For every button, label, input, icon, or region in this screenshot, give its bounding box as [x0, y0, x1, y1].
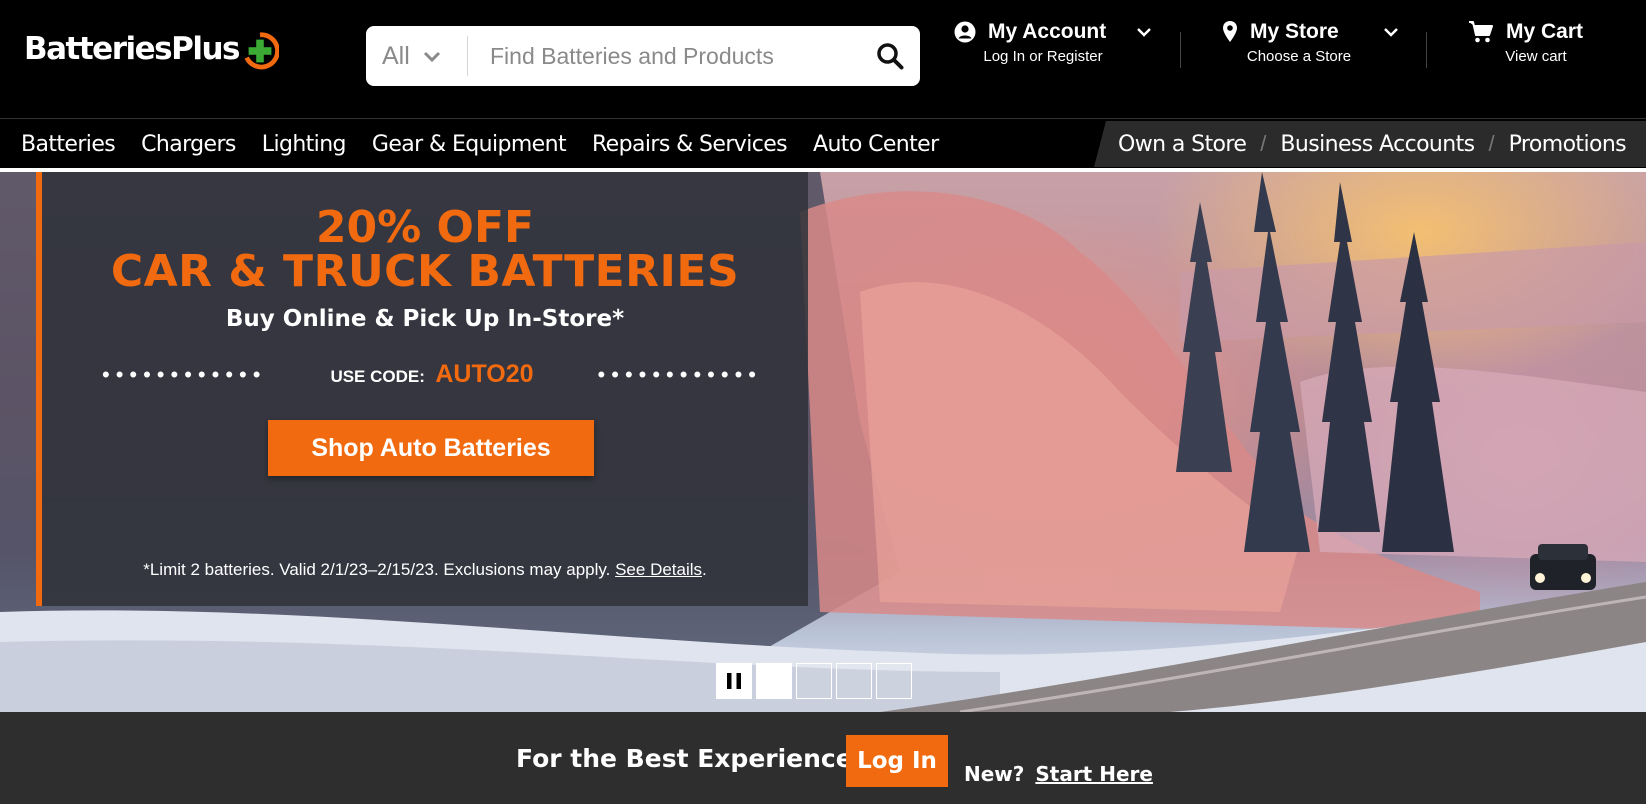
log-in-button[interactable]: Log In: [846, 735, 948, 787]
new-user-prompt: New? Start Here: [964, 762, 1153, 786]
promo-fine-print: *Limit 2 batteries. Valid 2/1/23–2/15/23…: [42, 560, 808, 580]
chevron-down-icon: [423, 51, 440, 63]
nav-item-repairs-services[interactable]: Repairs & Services: [579, 132, 800, 157]
search-bar: All: [366, 26, 920, 86]
nav-item-gear-equipment[interactable]: Gear & Equipment: [359, 132, 579, 157]
chevron-down-icon: [1137, 28, 1152, 37]
carousel-dot-4[interactable]: [876, 663, 912, 699]
carousel-dot-3[interactable]: [836, 663, 872, 699]
my-cart-subtitle: View cart: [1505, 48, 1567, 65]
carousel-pause-button[interactable]: [716, 663, 752, 699]
search-input[interactable]: [468, 42, 860, 70]
promo-code-label: USE CODE:: [330, 367, 425, 386]
carousel-dot-1[interactable]: [756, 663, 792, 699]
my-account-subtitle: Log In or Register: [983, 48, 1103, 65]
secondary-navigation: Own a Store / Business Accounts / Promot…: [1094, 121, 1646, 167]
site-header: BatteriesPlus All Find Batteries and Pro…: [0, 0, 1646, 118]
search-button[interactable]: [860, 26, 920, 86]
search-category-select[interactable]: All: [366, 36, 468, 76]
user-icon: [954, 21, 976, 43]
pause-icon: [727, 673, 741, 689]
nav-item-auto-center[interactable]: Auto Center: [800, 132, 952, 157]
carousel-dot-2[interactable]: [796, 663, 832, 699]
hero-banner[interactable]: 20% OFF CAR & TRUCK BATTERIES Buy Online…: [0, 172, 1646, 712]
nav-item-lighting[interactable]: Lighting: [249, 132, 359, 157]
header-divider: [1180, 32, 1181, 68]
promo-fine-print-text: *Limit 2 batteries. Valid 2/1/23–2/15/23…: [143, 560, 611, 579]
my-cart-link[interactable]: My Cart View cart: [1468, 20, 1608, 80]
search-category-value: All: [382, 41, 410, 70]
promo-code-row: •••••••••••• USE CODE: AUTO20 ••••••••••…: [102, 360, 762, 389]
my-store-subtitle: Choose a Store: [1246, 48, 1352, 65]
login-prompt-bar: For the Best Experience Log In New? Star…: [0, 712, 1646, 804]
header-divider: [1426, 32, 1427, 68]
promo-panel: 20% OFF CAR & TRUCK BATTERIES Buy Online…: [36, 172, 808, 606]
logo-plus-icon: [244, 32, 279, 70]
dotted-divider: ••••••••••••: [597, 361, 762, 387]
my-account-menu[interactable]: My Account Log In or Register: [954, 20, 1154, 80]
nav-item-own-a-store[interactable]: Own a Store: [1118, 132, 1247, 157]
my-account-title: My Account: [988, 20, 1107, 43]
nav-item-batteries[interactable]: Batteries: [0, 132, 128, 157]
map-pin-icon: [1223, 21, 1237, 42]
promo-headline-product: CAR & TRUCK BATTERIES: [110, 246, 740, 297]
chevron-down-icon: [1383, 28, 1398, 37]
nav-item-business-accounts[interactable]: Business Accounts: [1280, 132, 1475, 157]
logo-text: BatteriesPlus: [24, 31, 240, 67]
my-store-menu[interactable]: My Store Choose a Store: [1222, 20, 1402, 80]
site-logo[interactable]: BatteriesPlus: [24, 30, 279, 70]
main-navigation: Batteries Chargers Lighting Gear & Equip…: [0, 118, 1646, 168]
fine-print-period: .: [702, 560, 707, 579]
nav-item-chargers[interactable]: Chargers: [128, 132, 249, 157]
nav-separator: /: [1488, 131, 1495, 156]
promo-subheadline: Buy Online & Pick Up In-Store*: [225, 306, 625, 332]
search-icon: [877, 43, 904, 70]
promo-headline-discount: 20% OFF: [315, 202, 535, 253]
promo-code-value: AUTO20: [435, 360, 534, 388]
login-prompt-title: For the Best Experience: [516, 744, 853, 773]
cart-icon: [1469, 21, 1493, 43]
promo-code: USE CODE: AUTO20: [330, 360, 533, 389]
nav-separator: /: [1260, 131, 1267, 156]
start-here-link[interactable]: Start Here: [1035, 762, 1153, 786]
my-cart-title: My Cart: [1506, 20, 1584, 43]
nav-item-promotions[interactable]: Promotions: [1509, 132, 1627, 157]
carousel-controls: [716, 663, 912, 699]
shop-auto-batteries-button[interactable]: Shop Auto Batteries: [268, 420, 594, 476]
dotted-divider: ••••••••••••: [102, 361, 267, 387]
see-details-link[interactable]: See Details: [615, 560, 702, 579]
my-store-title: My Store: [1250, 20, 1339, 43]
new-user-label: New?: [964, 762, 1025, 786]
